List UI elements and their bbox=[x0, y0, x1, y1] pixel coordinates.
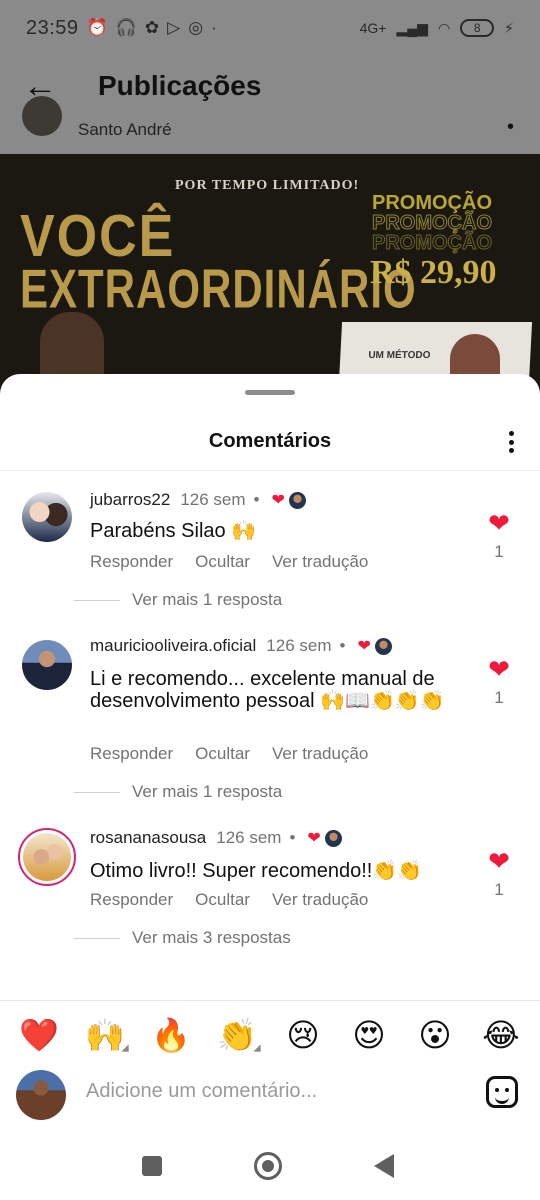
emoji-laugh-button[interactable]: 😂 bbox=[475, 1016, 527, 1054]
view-replies-label[interactable]: Ver mais 1 resposta bbox=[132, 782, 282, 802]
view-replies-label[interactable]: Ver mais 3 respostas bbox=[132, 928, 291, 948]
hide-button[interactable]: Ocultar bbox=[195, 744, 250, 764]
like-count: 1 bbox=[494, 688, 504, 707]
comment-composer: Adicione um comentário... bbox=[0, 1068, 540, 1120]
status-bar: 23:59 ⏰ 🎧 ✿ ▷ ◎ · 4G+ ▂▄▆ ◠ 8 ⚡ bbox=[0, 0, 540, 56]
divider bbox=[74, 937, 120, 939]
emoji-heart-eyes-button[interactable]: 😍 bbox=[343, 1016, 395, 1054]
back-nav-icon[interactable] bbox=[374, 1154, 394, 1178]
banner-promo-3: PROMOÇÃO bbox=[372, 232, 493, 255]
emoji-heart-button[interactable]: ❤️ bbox=[13, 1016, 65, 1054]
alarm-icon: ⏰ bbox=[86, 18, 108, 37]
hide-button[interactable]: Ocultar bbox=[195, 890, 250, 910]
comment-time: 126 sem bbox=[216, 828, 282, 847]
translate-button[interactable]: Ver tradução bbox=[272, 552, 368, 572]
comment-time: 126 sem bbox=[180, 490, 246, 509]
commenter-avatar[interactable] bbox=[22, 492, 72, 542]
comment-username[interactable]: rosananasousa bbox=[90, 828, 206, 848]
like-count: 1 bbox=[494, 880, 504, 899]
app-icon: ✿ bbox=[144, 18, 160, 37]
emoji-clap-button[interactable]: 👏 bbox=[211, 1016, 263, 1054]
author-liked-heart-icon: ❤ bbox=[357, 638, 371, 655]
view-replies-label[interactable]: Ver mais 1 resposta bbox=[132, 590, 282, 610]
comment-text: Li e recomendo... excelente manual de de… bbox=[90, 668, 445, 712]
reply-button[interactable]: Responder bbox=[90, 744, 173, 764]
sheet-title: Comentários bbox=[208, 430, 332, 452]
banner-tag: POR TEMPO LIMITADO! bbox=[175, 178, 360, 193]
separator-dot: • bbox=[339, 636, 346, 655]
status-icons: ⏰ 🎧 ✿ ▷ ◎ · bbox=[87, 18, 217, 38]
home-nav-icon[interactable] bbox=[254, 1152, 282, 1180]
comment-text: Parabéns Silao 🙌 bbox=[90, 520, 257, 542]
author-mini-avatar bbox=[324, 829, 342, 847]
divider bbox=[0, 470, 540, 471]
instagram-icon: ◎ bbox=[188, 18, 204, 37]
wifi-icon: ◠ bbox=[437, 19, 451, 36]
hide-button[interactable]: Ocultar bbox=[195, 552, 250, 572]
separator-dot: • bbox=[289, 828, 296, 847]
post-image[interactable]: POR TEMPO LIMITADO! VOCÊ EXTRAORDINÁRIO … bbox=[0, 154, 540, 400]
like-count: 1 bbox=[494, 542, 504, 561]
post-author-row: Santo André • bbox=[0, 96, 540, 152]
battery-icon: 8 bbox=[460, 19, 495, 37]
divider bbox=[74, 791, 120, 793]
status-time: 23:59 bbox=[26, 16, 79, 39]
view-replies-button[interactable]: Ver mais 3 respostas bbox=[74, 928, 291, 948]
sticker-icon[interactable] bbox=[486, 1076, 518, 1108]
view-replies-button[interactable]: Ver mais 1 resposta bbox=[74, 590, 282, 610]
author-liked-heart-icon: ❤ bbox=[271, 492, 285, 509]
page-title: Publicações bbox=[98, 70, 262, 101]
translate-button[interactable]: Ver tradução bbox=[272, 744, 368, 764]
author-liked-heart-icon: ❤ bbox=[307, 830, 321, 847]
author-avatar[interactable] bbox=[22, 96, 62, 136]
reply-button[interactable]: Responder bbox=[90, 890, 173, 910]
commenter-avatar bbox=[23, 833, 71, 881]
divider bbox=[0, 1000, 540, 1001]
commenter-avatar[interactable] bbox=[22, 640, 72, 690]
headphones-icon: 🎧 bbox=[115, 18, 137, 37]
avatar bbox=[16, 1070, 66, 1120]
post-options-icon[interactable]: • bbox=[507, 116, 514, 139]
comment-like[interactable]: ❤ 1 bbox=[484, 848, 514, 900]
comment-like[interactable]: ❤ 1 bbox=[484, 510, 514, 562]
emoji-raised-hands-button[interactable]: 🙌 bbox=[79, 1016, 131, 1054]
reply-button[interactable]: Responder bbox=[90, 552, 173, 572]
separator-dot: • bbox=[253, 490, 260, 509]
post-background: 23:59 ⏰ 🎧 ✿ ▷ ◎ · 4G+ ▂▄▆ ◠ 8 ⚡ ← Public… bbox=[0, 0, 540, 400]
commenter-avatar-story-ring[interactable] bbox=[18, 828, 76, 886]
banner-headline-2: EXTRAORDINÁRIO bbox=[20, 258, 417, 320]
recents-nav-icon[interactable] bbox=[142, 1156, 162, 1176]
network-label: 4G+ bbox=[359, 20, 387, 36]
comment-text: Otimo livro!! Super recomendo!!👏👏 bbox=[90, 860, 423, 882]
emoji-quick-bar: ❤️ 🙌 🔥 👏 😢 😍 😮 😂 bbox=[0, 1012, 540, 1058]
heart-icon[interactable]: ❤ bbox=[484, 848, 514, 874]
emoji-cry-button[interactable]: 😢 bbox=[277, 1016, 329, 1054]
charging-icon: ⚡ bbox=[504, 19, 514, 36]
signal-icon: ▂▄▆ bbox=[396, 19, 428, 36]
system-nav-bar bbox=[0, 1130, 540, 1200]
emoji-fire-button[interactable]: 🔥 bbox=[145, 1016, 197, 1054]
sheet-drag-handle[interactable] bbox=[245, 390, 295, 395]
dot-icon: · bbox=[211, 18, 217, 37]
comment-username[interactable]: jubarros22 bbox=[90, 490, 170, 510]
more-options-icon[interactable] bbox=[504, 428, 518, 456]
translate-button[interactable]: Ver tradução bbox=[272, 890, 368, 910]
author-mini-avatar bbox=[374, 637, 392, 655]
view-replies-button[interactable]: Ver mais 1 resposta bbox=[74, 782, 282, 802]
author-mini-avatar bbox=[288, 491, 306, 509]
heart-icon[interactable]: ❤ bbox=[484, 656, 514, 682]
comment-time: 126 sem bbox=[266, 636, 332, 655]
play-icon: ▷ bbox=[167, 18, 181, 37]
heart-icon[interactable]: ❤ bbox=[484, 510, 514, 536]
banner-price: R$ 29,90 bbox=[370, 254, 497, 291]
comment-like[interactable]: ❤ 1 bbox=[484, 656, 514, 708]
emoji-surprised-button[interactable]: 😮 bbox=[409, 1016, 461, 1054]
app-header: ← Publicações bbox=[0, 58, 540, 114]
book-text: UM MÉTODO bbox=[368, 350, 431, 361]
comment-input[interactable]: Adicione um comentário... bbox=[86, 1080, 317, 1103]
divider bbox=[74, 599, 120, 601]
post-location[interactable]: Santo André bbox=[78, 120, 172, 140]
comment-username[interactable]: mauriciooliveira.oficial bbox=[90, 636, 256, 656]
